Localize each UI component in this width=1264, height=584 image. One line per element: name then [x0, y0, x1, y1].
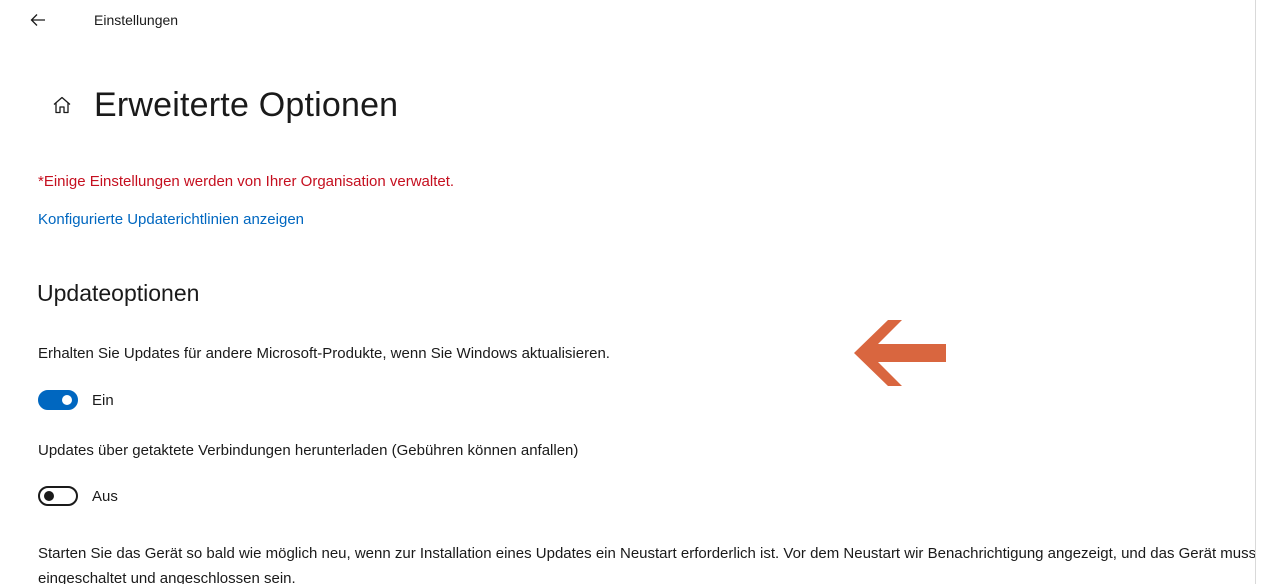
toggle-knob	[62, 395, 72, 405]
window-title: Einstellungen	[94, 12, 179, 28]
restart-asap-description: Starten Sie das Gerät so bald wie möglic…	[38, 545, 1256, 584]
section-title-update-options: Updateoptionen	[37, 280, 200, 306]
other-products-updates-label: Erhalten Sie Updates für andere Microsof…	[38, 345, 610, 362]
home-icon	[53, 96, 71, 114]
view-update-policies-link[interactable]: Konfigurierte Updaterichtlinien anzeigen	[38, 211, 304, 228]
managed-by-organization-notice: *Einige Einstellungen werden von Ihrer O…	[38, 173, 455, 190]
settings-window: Einstellungen Erweiterte Optionen *Einig…	[0, 0, 1256, 584]
metered-connection-label: Updates über getaktete Verbindungen heru…	[38, 442, 579, 459]
metered-toggle-row: Aus	[38, 485, 118, 507]
title-bar: Einstellungen	[0, 0, 1255, 44]
page-title: Erweiterte Optionen	[94, 85, 399, 124]
back-arrow-icon	[30, 14, 45, 26]
metered-toggle-state: Aus	[92, 487, 118, 505]
left-arrow-annotation-icon	[854, 320, 946, 386]
toggle-knob	[44, 491, 54, 501]
home-button[interactable]	[50, 93, 74, 117]
page-header: Erweiterte Optionen	[50, 80, 398, 130]
other-products-toggle-row: Ein	[38, 389, 114, 411]
other-products-toggle-state: Ein	[92, 391, 114, 409]
back-button[interactable]	[26, 8, 50, 32]
metered-connection-toggle[interactable]	[38, 486, 78, 506]
other-products-toggle[interactable]	[38, 390, 78, 410]
